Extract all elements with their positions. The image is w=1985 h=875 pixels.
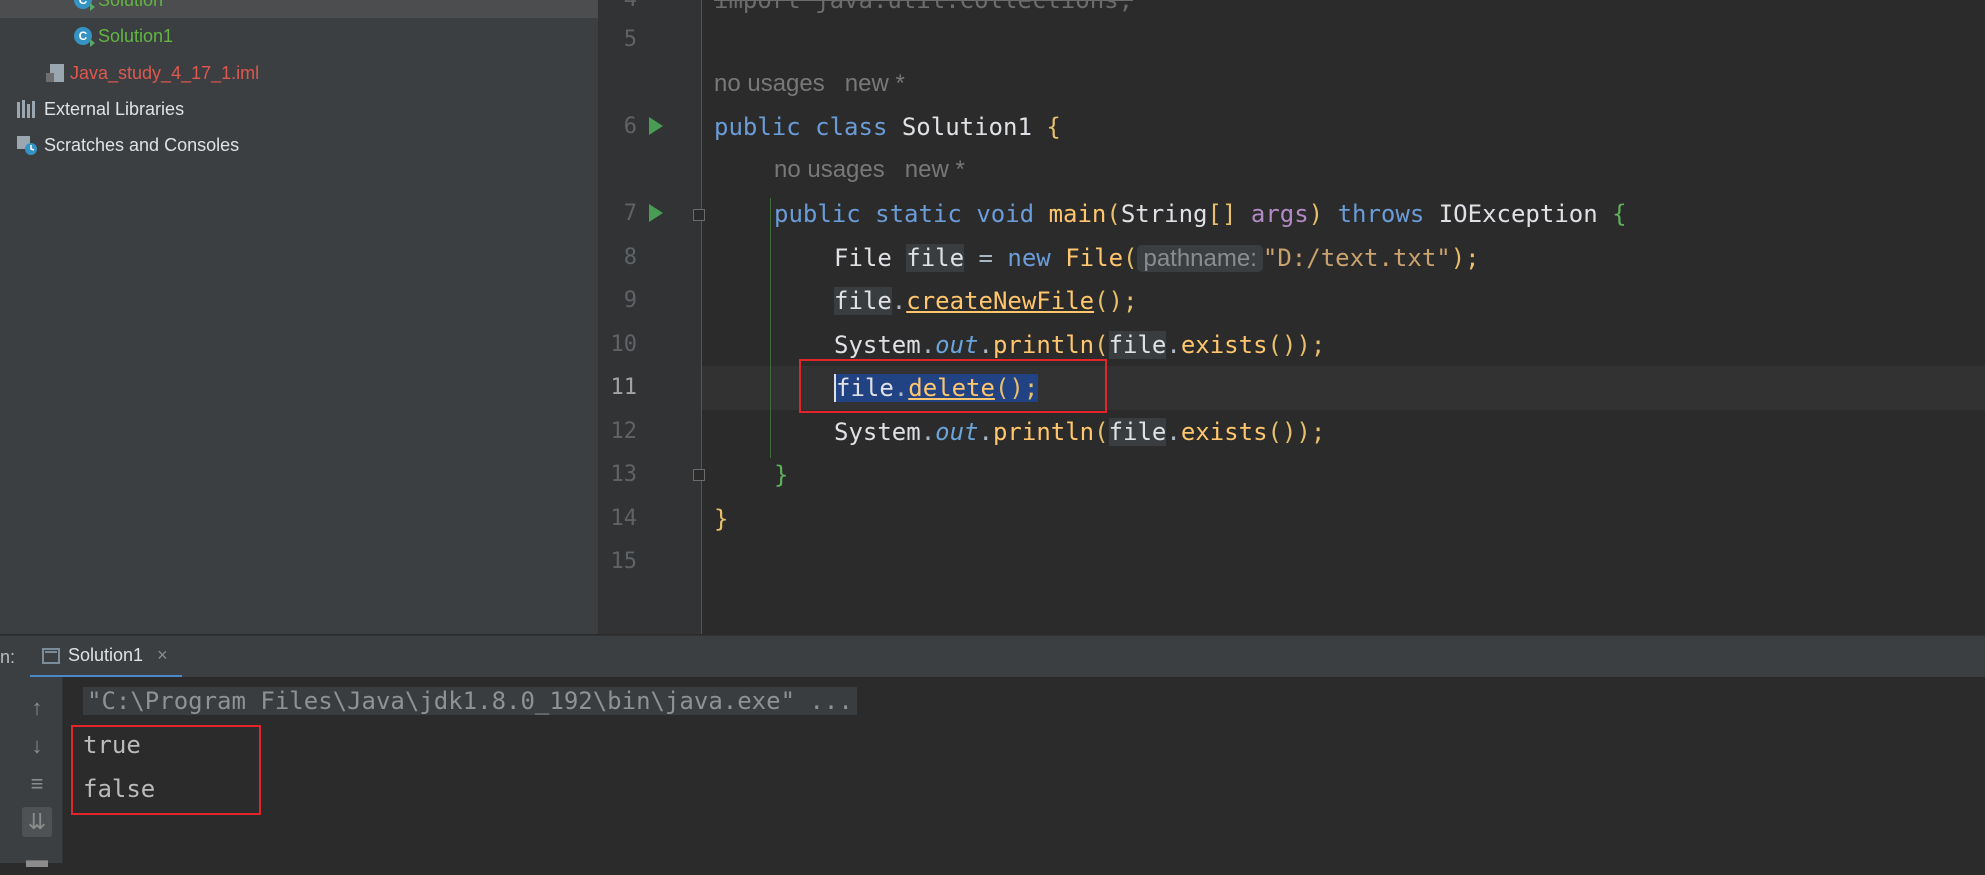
print-icon[interactable]: ▬ (22, 845, 52, 875)
tree-item-solution[interactable]: C Solution (0, 0, 598, 18)
tree-item-label: Solution (98, 0, 163, 11)
tree-item-solution1[interactable]: C Solution1 (0, 18, 598, 54)
code-line-9: file.createNewFile(); (834, 287, 1138, 315)
parameter-hint: pathname: (1137, 245, 1263, 272)
run-tool-window-header: n: Solution1 × (0, 635, 1985, 678)
code-line-8: File file = new File(pathname: "D:/text.t… (834, 244, 1480, 272)
iml-file-icon (46, 64, 64, 82)
line-number: 9 (623, 288, 637, 313)
down-arrow-icon[interactable]: ↓ (22, 731, 52, 761)
highlight-box-output (71, 725, 261, 815)
usages-hint-method[interactable]: no usages new * (774, 148, 965, 192)
run-main-icon[interactable] (649, 204, 663, 222)
run-tab-label: Solution1 (68, 645, 144, 665)
libraries-icon (17, 100, 35, 118)
up-arrow-icon[interactable]: ↑ (22, 693, 52, 723)
run-class-icon[interactable] (649, 117, 663, 135)
line-number: 14 (610, 506, 638, 531)
tree-item-label: Solution1 (98, 25, 174, 46)
code-line-14: } (714, 505, 729, 533)
run-toolbar: ↑ ↓ ≡ ⇊ ▬ (0, 677, 63, 872)
tree-item-external-libraries[interactable]: External Libraries (0, 91, 598, 127)
line-number: 10 (610, 332, 638, 357)
tree-item-iml-file[interactable]: Java_study_4_17_1.iml (0, 55, 598, 91)
code-line-4: import java.util.Collections; (714, 0, 1134, 14)
close-tab-icon[interactable]: × (157, 645, 168, 666)
line-number: 15 (610, 549, 638, 574)
line-number-current: 11 (610, 375, 638, 400)
java-class-icon: C (74, 0, 95, 11)
indent-guide (770, 198, 771, 458)
editor-gutter: 4 5 6 7 8 9 10 11 12 13 14 15 (599, 0, 705, 634)
code-editor[interactable]: import java.util.Collections; no usages … (702, 0, 1985, 634)
project-panel: C Solution C Solution1 Java_study_4_17_1… (0, 0, 599, 634)
line-number: 6 (623, 114, 637, 139)
code-line-12: System.out.println(file.exists()); (834, 418, 1326, 446)
soft-wrap-icon[interactable]: ≡ (22, 769, 52, 799)
tree-item-scratches[interactable]: Scratches and Consoles (0, 127, 598, 163)
highlight-box-delete (799, 359, 1107, 413)
tree-item-label: External Libraries (44, 98, 185, 119)
tree-item-label: Scratches and Consoles (44, 134, 240, 155)
line-number: 5 (623, 27, 637, 52)
code-line-6: public class Solution1 { (714, 113, 1061, 141)
console-icon (42, 647, 60, 664)
usages-hint-class[interactable]: no usages new * (714, 62, 905, 106)
line-number: 8 (623, 245, 637, 270)
code-line-7: public static void main(String[] args) t… (774, 200, 1627, 228)
console-command-line: "C:\Program Files\Java\jdk1.8.0_192\bin\… (83, 679, 857, 723)
line-number: 7 (623, 201, 637, 226)
line-number: 12 (610, 419, 638, 444)
scroll-to-end-icon[interactable]: ⇊ (22, 807, 52, 837)
tree-item-label: Java_study_4_17_1.iml (70, 62, 260, 83)
code-line-13: } (774, 461, 789, 489)
scratches-icon (17, 136, 37, 155)
run-label: n: (0, 647, 16, 667)
console-output[interactable]: "C:\Program Files\Java\jdk1.8.0_192\bin\… (63, 677, 1985, 863)
line-number: 13 (610, 462, 638, 487)
java-class-icon: C (74, 27, 95, 47)
run-tab-solution1[interactable]: Solution1 × (30, 636, 182, 678)
